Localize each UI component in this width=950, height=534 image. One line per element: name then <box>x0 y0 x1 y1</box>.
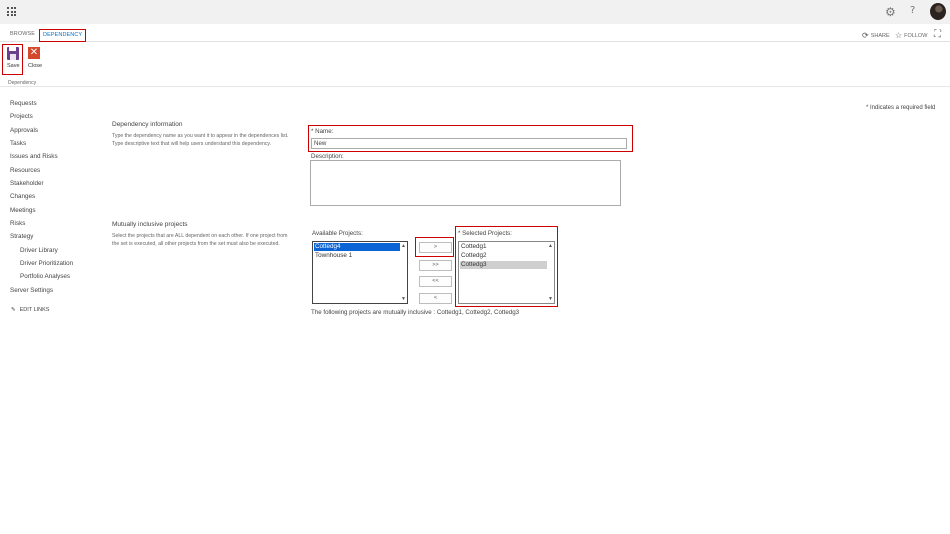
add-all-button[interactable]: >> <box>419 260 452 271</box>
nav-item-requests[interactable]: Requests <box>10 100 37 107</box>
selected-projects-list[interactable]: Cottedg1 Cottedg2 Cottedg3 ▲ ▼ <box>458 241 555 304</box>
nav-item-tasks[interactable]: Tasks <box>10 140 26 147</box>
save-label: Save <box>7 63 20 69</box>
share-label: SHARE <box>870 32 890 39</box>
nav-item-portfolio-analyses[interactable]: Portfolio Analyses <box>20 273 70 280</box>
add-button[interactable]: > <box>419 242 452 253</box>
focus-content-icon[interactable]: ⛶ <box>934 29 941 40</box>
gear-icon[interactable]: ⚙ <box>885 6 896 18</box>
list-item[interactable]: Cottedg1 <box>460 243 547 251</box>
section-title-mutual: Mutually inclusive projects <box>112 221 188 228</box>
tab-dependency[interactable]: DEPENDENCY <box>39 29 87 42</box>
nav-item-projects[interactable]: Projects <box>10 113 33 120</box>
ribbon-divider <box>0 86 950 87</box>
mutually-inclusive-summary: The following projects are mutually incl… <box>311 309 520 316</box>
app-launcher-icon[interactable] <box>7 7 16 16</box>
share-icon: ⟳ <box>862 31 869 40</box>
star-icon: ☆ <box>895 31 903 40</box>
selected-projects-label: * Selected Projects: <box>458 230 512 237</box>
nav-item-resources[interactable]: Resources <box>10 167 40 174</box>
share-button[interactable]: ⟳ SHARE <box>862 31 890 40</box>
floppy-disk-icon <box>7 47 19 60</box>
scrollbar[interactable]: ▲ ▼ <box>400 243 406 302</box>
description-label: Description: <box>311 153 344 160</box>
follow-button[interactable]: ☆ FOLLOW <box>895 31 927 40</box>
name-label: * Name: <box>311 128 334 135</box>
list-item[interactable]: Townhouse 1 <box>314 252 400 260</box>
edit-links-button[interactable]: ✎ EDIT LINKS <box>11 307 49 313</box>
section-title-dependency-info: Dependency information <box>112 121 183 128</box>
nav-item-strategy[interactable]: Strategy <box>10 233 33 240</box>
nav-item-changes[interactable]: Changes <box>10 193 35 200</box>
nav-item-meetings[interactable]: Meetings <box>10 207 36 214</box>
required-field-note: * Indicates a required field <box>866 105 936 111</box>
scroll-up-icon[interactable]: ▲ <box>401 244 406 249</box>
nav-item-driver-library[interactable]: Driver Library <box>20 247 58 254</box>
help-icon[interactable]: ? <box>910 5 915 16</box>
nav-item-issues-and-risks[interactable]: Issues and Risks <box>10 153 58 160</box>
nav-item-approvals[interactable]: Approvals <box>10 127 38 134</box>
tab-browse[interactable]: BROWSE <box>10 31 35 37</box>
follow-label: FOLLOW <box>904 32 928 39</box>
list-item[interactable]: Cottedg2 <box>460 252 547 260</box>
available-projects-list[interactable]: Cottedg4 Townhouse 1 ▲ ▼ <box>312 241 408 304</box>
edit-links-label: EDIT LINKS <box>19 307 50 313</box>
close-button[interactable]: ✕ Close <box>27 45 43 71</box>
scrollbar[interactable]: ▲ ▼ <box>547 243 553 302</box>
nav-item-server-settings[interactable]: Server Settings <box>10 287 53 294</box>
nav-item-risks[interactable]: Risks <box>10 220 25 227</box>
scroll-down-icon[interactable]: ▼ <box>548 297 553 302</box>
scroll-down-icon[interactable]: ▼ <box>401 297 406 302</box>
remove-all-button[interactable]: << <box>419 276 452 287</box>
save-button[interactable]: Save <box>2 44 23 75</box>
close-icon: ✕ <box>28 47 40 59</box>
remove-button[interactable]: < <box>419 293 452 304</box>
pencil-icon: ✎ <box>11 307 16 313</box>
list-item[interactable]: Cottedg4 <box>314 243 400 251</box>
scroll-up-icon[interactable]: ▲ <box>548 244 553 249</box>
description-field[interactable] <box>310 160 621 206</box>
nav-item-driver-prioritization[interactable]: Driver Prioritization <box>20 260 73 267</box>
nav-item-stakeholder[interactable]: Stakeholder <box>10 180 44 187</box>
available-projects-label: Available Projects: <box>312 230 363 237</box>
section-desc-mutual: Select the projects that are ALL depende… <box>112 233 288 247</box>
list-item[interactable]: Cottedg3 <box>460 261 547 269</box>
section-desc-dependency-info: Type the dependency name as you want it … <box>112 133 289 147</box>
name-field[interactable] <box>311 138 627 149</box>
avatar[interactable] <box>930 3 946 20</box>
suite-bar <box>0 0 950 24</box>
close-label: Close <box>28 63 43 69</box>
ribbon-tab-bar <box>0 28 950 42</box>
